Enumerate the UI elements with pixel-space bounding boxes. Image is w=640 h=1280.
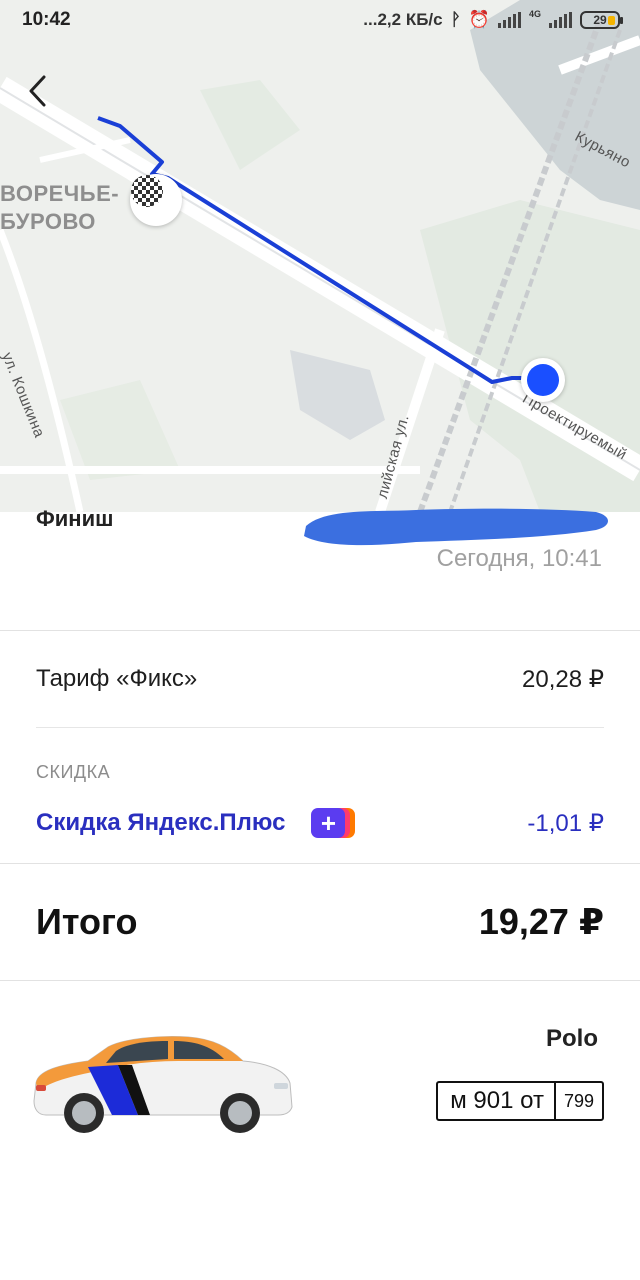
plus-badge-text: +	[311, 808, 346, 838]
start-marker[interactable]	[521, 358, 565, 402]
car-model: Polo	[546, 1025, 598, 1052]
district-label: ВОРЕЧЬЕ- БУРОВО	[0, 180, 119, 236]
finish-time: Сегодня, 10:41	[436, 545, 602, 572]
checkered-flag-icon	[131, 175, 163, 207]
car-block: Polo м 901 от 799	[0, 981, 640, 1221]
yandex-plus-icon: +	[311, 808, 356, 838]
chevron-left-icon	[29, 75, 46, 107]
license-plate: м 901 от 799	[436, 1081, 604, 1121]
total-row: Итого 19,27 ₽	[0, 864, 640, 980]
plate-number: м 901 от	[438, 1083, 556, 1119]
tariff-row: Тариф «Фикс» 20,28 ₽	[0, 631, 640, 727]
map-canvas	[0, 0, 640, 512]
battery-level: 29	[593, 13, 607, 27]
car-illustration	[33, 1036, 293, 1133]
start-dot-icon	[527, 364, 559, 396]
status-bar: 10:42 ...2,2 КБ/с ᚹ ⏰ 4G 29	[0, 0, 640, 40]
network-speed: ...2,2 КБ/с	[363, 10, 443, 29]
route-map[interactable]: ВОРЕЧЬЕ- БУРОВО ул. Кошкина Курьяно Прое…	[0, 0, 640, 512]
network-type: 4G	[528, 9, 541, 19]
status-time: 10:42	[22, 9, 71, 30]
alarm-icon: ⏰	[468, 10, 490, 29]
district-label-line1: ВОРЕЧЬЕ-	[0, 181, 120, 206]
back-button[interactable]	[26, 74, 66, 118]
total-label: Итого	[36, 901, 138, 942]
total-value: 19,27 ₽	[478, 901, 604, 942]
trip-details: Финиш Сегодня, 10:41 Тариф «Фикс» 20,28 …	[0, 506, 640, 1221]
finish-label: Финиш	[36, 506, 114, 531]
discount-row[interactable]: Скидка Яндекс.Плюс + -1,01 ₽	[0, 783, 640, 863]
district-label-line2: БУРОВО	[0, 209, 96, 234]
finish-block: Финиш Сегодня, 10:41	[0, 506, 640, 630]
signal-4g-icon	[549, 12, 572, 28]
signal-icon	[497, 12, 521, 28]
address-redaction	[304, 508, 608, 546]
battery-icon: 29	[580, 11, 623, 29]
discount-section-title: СКИДКА	[36, 762, 111, 782]
tariff-value: 20,28 ₽	[522, 665, 604, 693]
finish-marker[interactable]	[130, 174, 182, 226]
plate-region: 799	[563, 1090, 594, 1111]
discount-label: Скидка Яндекс.Плюс	[36, 809, 286, 836]
status-icons: ...2,2 КБ/с ᚹ ⏰ 4G 29	[363, 9, 623, 30]
discount-value: -1,01 ₽	[527, 809, 604, 837]
discount-left: Скидка Яндекс.Плюс +	[36, 808, 356, 838]
tariff-label: Тариф «Фикс»	[36, 665, 198, 692]
bluetooth-icon: ᚹ	[450, 10, 461, 29]
